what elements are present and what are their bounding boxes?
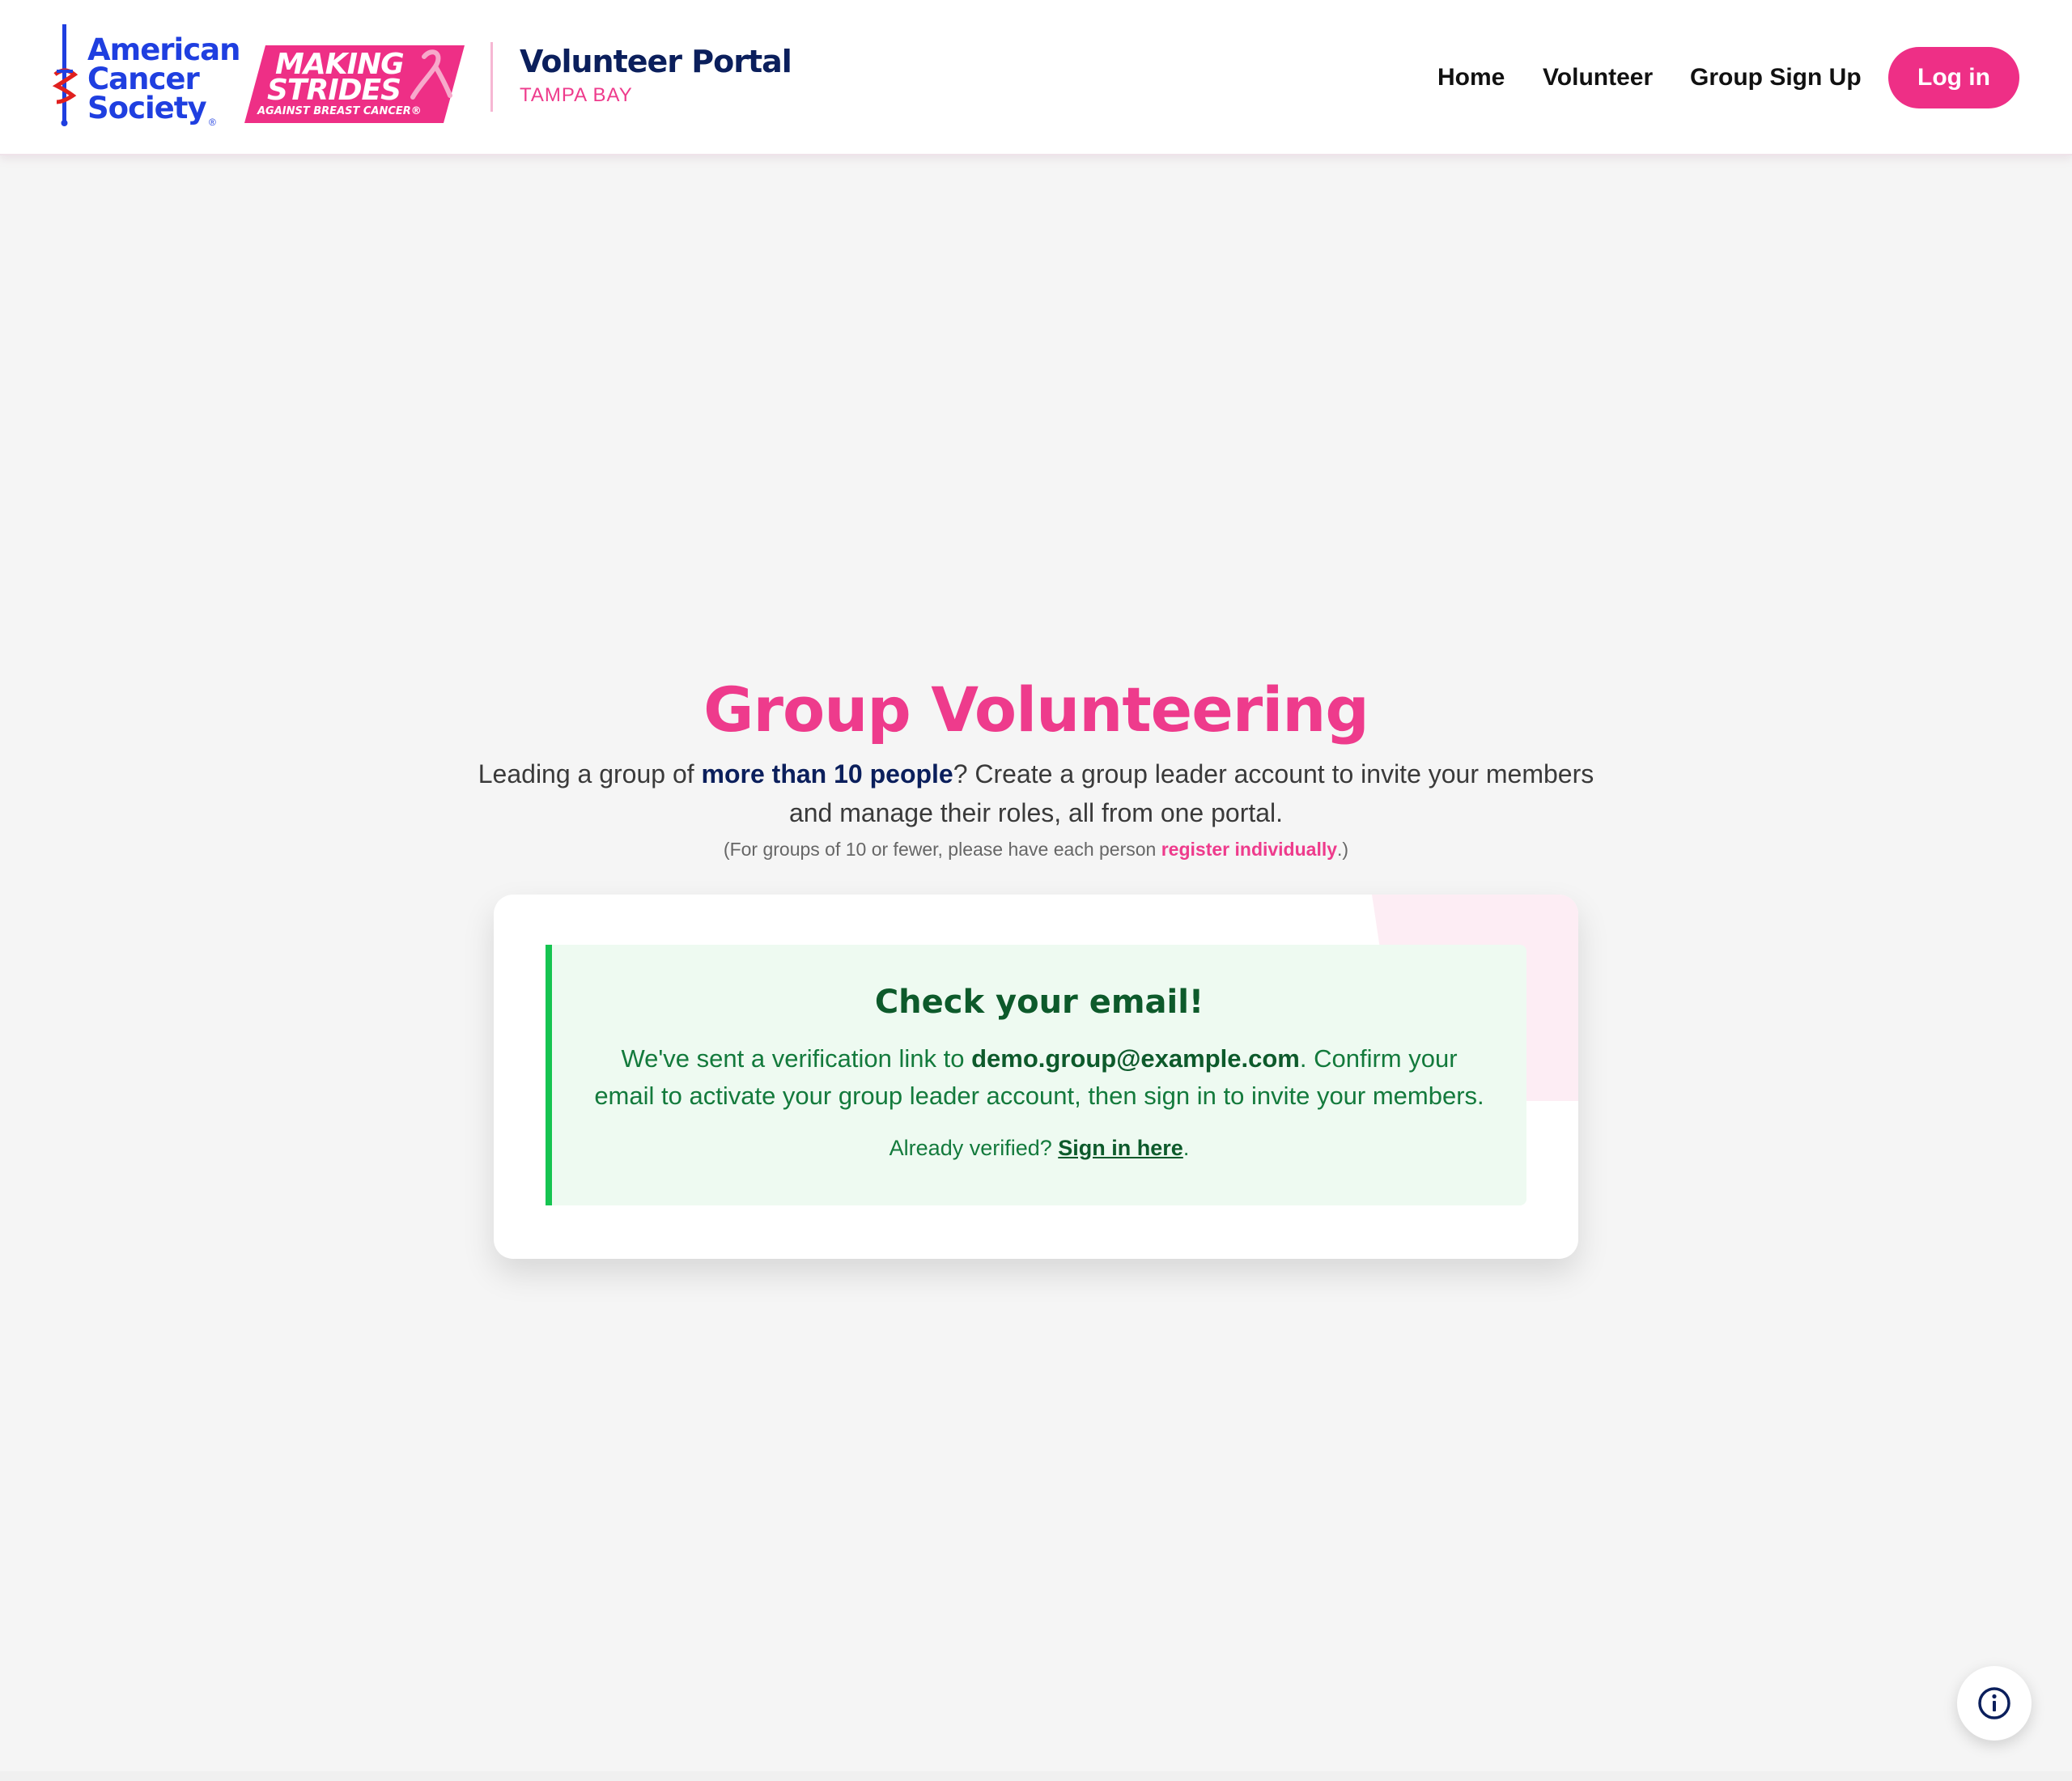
alert-body-start: We've sent a verification link to — [621, 1044, 972, 1073]
alert-foot-start: Already verified? — [889, 1136, 1059, 1160]
nav-group-sign-up-link[interactable]: Group Sign Up — [1690, 47, 1862, 108]
signup-card: Check your email! We've sent a verificat… — [494, 895, 1578, 1259]
register-individually-link[interactable]: register individually — [1161, 839, 1337, 860]
acs-wordmark: American Cancer Society — [87, 32, 240, 125]
note-text-start: (For groups of 10 or fewer, please have … — [723, 839, 1161, 860]
intro-text-start: Leading a group of — [478, 759, 702, 788]
page-bottom-edge — [0, 1771, 2072, 1781]
page-title: Group Volunteering — [703, 674, 1369, 746]
alert-body: We've sent a verification link to demo.g… — [592, 1040, 1486, 1115]
alert-email: demo.group@example.com — [971, 1044, 1300, 1073]
ms-line-strides: STRIDES — [267, 74, 401, 107]
note-text-end: .) — [1337, 839, 1349, 860]
nav-home-link[interactable]: Home — [1437, 47, 1505, 108]
intro-text: Leading a group of more than 10 people? … — [453, 754, 1619, 832]
site-header: American Cancer Society ® MAKING STRIDES… — [0, 0, 2072, 155]
intro-highlight: more than 10 people — [701, 759, 953, 788]
email-verification-alert: Check your email! We've sent a verificat… — [546, 945, 1526, 1205]
acs-line-cancer: Cancer — [87, 62, 200, 96]
small-note: (For groups of 10 or fewer, please have … — [453, 839, 1619, 861]
sign-in-here-link[interactable]: Sign in here — [1058, 1136, 1183, 1160]
making-strides-logo[interactable]: MAKING STRIDES AGAINST BREAST CANCER® — [244, 45, 465, 123]
acs-line-society: Society — [87, 91, 207, 125]
header-divider — [490, 42, 493, 112]
portal-title: Volunteer Portal — [520, 44, 792, 79]
sword-icon — [52, 24, 79, 126]
making-strides-wordmark: MAKING STRIDES AGAINST BREAST CANCER® — [244, 45, 465, 123]
acs-registered-mark: ® — [209, 117, 216, 128]
info-icon — [1978, 1687, 2010, 1719]
alert-title: Check your email! — [874, 984, 1204, 1021]
login-button[interactable]: Log in — [1888, 47, 2019, 108]
nav-volunteer-link[interactable]: Volunteer — [1543, 47, 1653, 108]
info-button[interactable] — [1957, 1666, 2032, 1741]
ms-line-tagline: AGAINST BREAST CANCER® — [257, 105, 422, 117]
american-cancer-society-logo[interactable]: American Cancer Society ® — [47, 24, 249, 131]
acs-line-american: American — [87, 32, 240, 67]
alert-footer: Already verified? Sign in here. — [552, 1136, 1526, 1161]
alert-foot-end: . — [1182, 1136, 1190, 1160]
portal-subtitle: TAMPA BAY — [520, 84, 633, 106]
